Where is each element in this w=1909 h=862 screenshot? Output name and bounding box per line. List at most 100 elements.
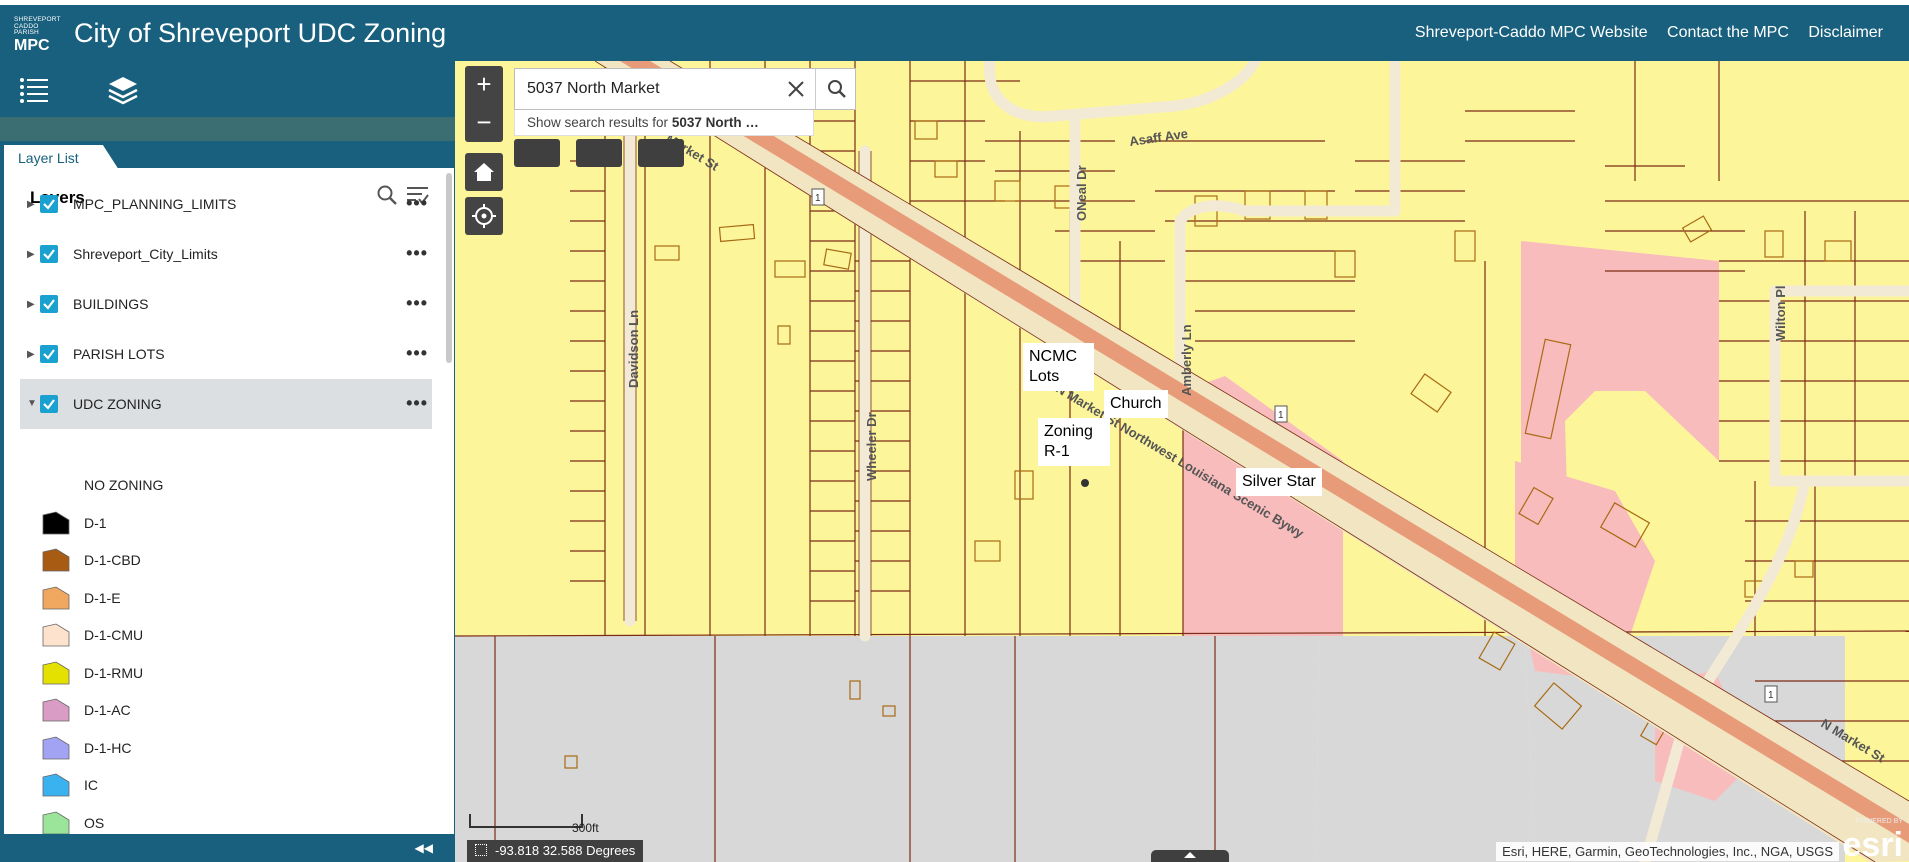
app-window: SHREVEPORT CADDO PARISH MPC City of Shre…	[0, 0, 1909, 862]
layer-checkbox[interactable]	[40, 195, 58, 213]
legend-swatch	[42, 811, 70, 834]
layer-label: UDC ZONING	[73, 396, 162, 412]
expand-arrow-icon[interactable]: ▶	[27, 349, 35, 360]
my-location-button[interactable]	[465, 197, 503, 235]
layer-row-buildings[interactable]: ▶ BUILDINGS •••	[20, 279, 432, 329]
esri-powered-text: POWERED BY	[1855, 818, 1903, 825]
route-1-label: 1	[815, 193, 821, 204]
zoom-control: + −	[465, 66, 503, 142]
clear-search-icon[interactable]	[787, 80, 805, 98]
logo-line-2: CADDO PARISH	[14, 22, 39, 36]
search-input[interactable]	[527, 80, 772, 98]
draw-button[interactable]	[638, 139, 684, 167]
wheeler-dr-label: Wheeler Dr	[864, 412, 879, 481]
locate-icon	[472, 204, 496, 228]
logo-line-3: MPC	[14, 36, 50, 54]
route-1-label: 1	[1768, 690, 1774, 701]
esri-logo[interactable]: POWERED BY esri	[1837, 816, 1909, 862]
contact-mpc-link[interactable]: Contact the MPC	[1667, 24, 1789, 41]
coordinate-display[interactable]: -93.818 32.588 Degrees	[467, 840, 644, 862]
route-1-label: 1	[1278, 410, 1284, 421]
home-button[interactable]	[465, 153, 503, 191]
scale-label: 300ft	[572, 821, 599, 835]
collapse-panel-icon[interactable]: ◀◀	[415, 841, 433, 855]
coordinate-text: -93.818 32.588 Degrees	[495, 843, 636, 858]
app-title: City of Shreveport UDC Zoning	[74, 18, 447, 48]
panel-strip	[0, 117, 455, 141]
legend-label: D-1-CMU	[84, 627, 144, 643]
search-widget	[514, 68, 856, 110]
legend-swatch	[42, 661, 70, 684]
legend-label: OS	[84, 814, 105, 831]
print-button[interactable]	[514, 139, 560, 167]
legend-label: D-1-HC	[84, 739, 132, 756]
wilton-pl-label: Wilton Pl	[1773, 286, 1788, 342]
mpc-logo: SHREVEPORT CADDO PARISH MPC	[14, 16, 62, 54]
legend-label: IC	[84, 777, 98, 793]
tab-layer-list[interactable]: Layer List	[4, 145, 119, 170]
amberly-ln-label: Amberly Ln	[1179, 324, 1194, 396]
legend-swatch	[42, 736, 70, 759]
measure-button[interactable]	[576, 139, 622, 167]
chevron-up-icon	[1184, 852, 1196, 858]
legend-swatch	[42, 586, 70, 609]
panel-collapse-bar: ◀◀	[0, 834, 455, 862]
layer-list-panel: Layers ▶ MPC_PLANNING_LIMITS ••• ▶ Shrev…	[4, 168, 454, 834]
legend-label: D-1-CBD	[84, 552, 141, 568]
legend-swatch	[42, 773, 70, 797]
zoom-out-button[interactable]: −	[465, 104, 503, 142]
layer-label: PARISH LOTS	[73, 346, 165, 362]
legend-label: NO ZONING	[84, 477, 164, 493]
map-view[interactable]: Market St N Market St Northwest Louisian…	[455, 61, 1909, 862]
map-attribution: Esri, HERE, Garmin, GeoTechnologies, Inc…	[1496, 842, 1839, 861]
attribute-table-toggle[interactable]	[1151, 850, 1229, 862]
unzoned-area	[1315, 636, 1535, 862]
mpc-website-link[interactable]: Shreveport-Caddo MPC Website	[1415, 24, 1648, 41]
expand-arrow-icon[interactable]: ▶	[27, 299, 35, 310]
suggestion-term: 5037 North …	[671, 115, 759, 130]
expand-arrow-icon[interactable]: ▶	[27, 249, 35, 260]
legend-label: D-1-RMU	[84, 664, 144, 681]
panel-scrollbar[interactable]	[446, 173, 452, 363]
layer-options-icon[interactable]: •••	[406, 293, 428, 314]
suggestion-prefix: Show search results for	[527, 115, 669, 130]
widget-toolbar	[0, 61, 455, 117]
search-icon	[828, 80, 846, 98]
church-label: Church	[1104, 390, 1168, 418]
home-icon	[474, 163, 494, 181]
layer-options-icon[interactable]: •••	[406, 393, 428, 414]
layer-checkbox[interactable]	[40, 395, 58, 413]
layers-icon[interactable]	[107, 74, 139, 106]
layer-row-parish-lots[interactable]: ▶ PARISH LOTS •••	[20, 329, 432, 379]
zoning-map-canvas[interactable]: Market St N Market St Northwest Louisian…	[455, 61, 1909, 862]
layer-options-icon[interactable]: •••	[406, 193, 428, 214]
expand-arrow-icon[interactable]: ▶	[27, 199, 35, 210]
zoom-in-button[interactable]: +	[465, 66, 503, 104]
legend-swatch	[42, 623, 70, 647]
crosshair-icon	[475, 844, 487, 856]
layer-options-icon[interactable]: •••	[406, 343, 428, 364]
layer-label: BUILDINGS	[73, 296, 149, 312]
layer-row-udc-zoning[interactable]: ▼ UDC ZONING •••	[20, 379, 432, 429]
davidson-ln-label: Davidson Ln	[626, 310, 641, 388]
location-marker	[1081, 479, 1089, 487]
layer-options-icon[interactable]: •••	[406, 243, 428, 264]
layer-row-shreveport-city-limits[interactable]: ▶ Shreveport_City_Limits •••	[20, 229, 432, 279]
disclaimer-link[interactable]: Disclaimer	[1808, 24, 1883, 41]
layer-checkbox[interactable]	[40, 295, 58, 313]
layer-row-mpc-planning-limits[interactable]: ▶ MPC_PLANNING_LIMITS •••	[20, 179, 432, 229]
legend-swatch	[42, 698, 70, 722]
layer-checkbox[interactable]	[40, 345, 58, 363]
layer-label: MPC_PLANNING_LIMITS	[73, 196, 237, 212]
layer-checkbox[interactable]	[40, 245, 58, 263]
legend-label: D-1	[84, 514, 107, 531]
oneal-dr-label: ONeal Dr	[1074, 165, 1089, 221]
esri-wordmark: esri	[1842, 826, 1904, 862]
collapse-arrow-icon[interactable]: ▼	[27, 398, 37, 409]
legend-swatch	[42, 511, 70, 534]
zoning-r1-label: Zoning R-1	[1038, 418, 1110, 466]
search-suggestion[interactable]: Show search results for 5037 North …	[514, 110, 814, 136]
layer-list-icon[interactable]	[18, 74, 50, 106]
header-links: Shreveport-Caddo MPC Website Contact the…	[1400, 24, 1883, 42]
search-button[interactable]	[815, 69, 856, 109]
